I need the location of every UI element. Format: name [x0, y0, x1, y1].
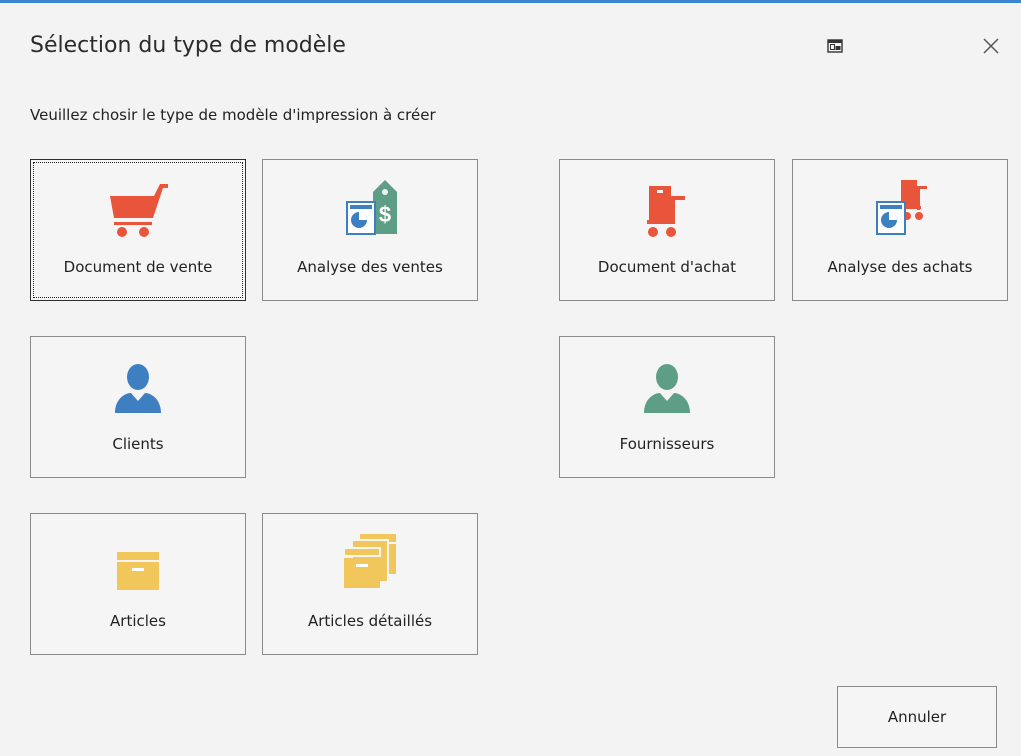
- svg-text:$: $: [379, 202, 391, 227]
- tile-document-dachat[interactable]: Document d'achat: [559, 159, 775, 301]
- close-button[interactable]: [974, 29, 1008, 63]
- window-mode-icon: [827, 39, 843, 53]
- dialog-titlebar: Sélection du type de modèle: [0, 3, 1021, 83]
- tile-analyse-des-ventes[interactable]: $ Analyse des ventes: [262, 159, 478, 301]
- user-icon: [632, 361, 702, 415]
- tile-label: Fournisseurs: [619, 435, 715, 453]
- window-mode-button[interactable]: [818, 29, 852, 63]
- tile-articles-detailles[interactable]: Articles détaillés: [262, 513, 478, 655]
- user-icon: [103, 361, 173, 415]
- tile-clients[interactable]: Clients: [30, 336, 246, 478]
- tile-label: Analyse des achats: [827, 258, 973, 276]
- sales-report-tag-icon: $: [335, 180, 405, 238]
- tile-articles[interactable]: Articles: [30, 513, 246, 655]
- tile-label: Analyse des ventes: [297, 258, 443, 276]
- dialog-instruction: Veuillez chosir le type de modèle d'impr…: [30, 106, 436, 124]
- close-icon: [983, 38, 999, 54]
- tile-label: Articles: [110, 612, 166, 630]
- shopping-cart-icon: [103, 184, 173, 238]
- tile-fournisseurs[interactable]: Fournisseurs: [559, 336, 775, 478]
- box-icon: [103, 538, 173, 592]
- purchase-report-icon: [865, 180, 935, 238]
- stacked-boxes-icon: [335, 534, 405, 592]
- tile-document-de-vente[interactable]: Document de vente: [30, 159, 246, 301]
- dialog-title: Sélection du type de modèle: [30, 33, 346, 58]
- cancel-button[interactable]: Annuler: [837, 686, 997, 748]
- tile-label: Clients: [112, 435, 164, 453]
- tile-analyse-des-achats[interactable]: Analyse des achats: [792, 159, 1008, 301]
- hand-truck-icon: [632, 184, 702, 238]
- tile-label: Document de vente: [63, 258, 213, 276]
- tile-label: Articles détaillés: [307, 612, 433, 630]
- tile-label: Document d'achat: [597, 258, 737, 276]
